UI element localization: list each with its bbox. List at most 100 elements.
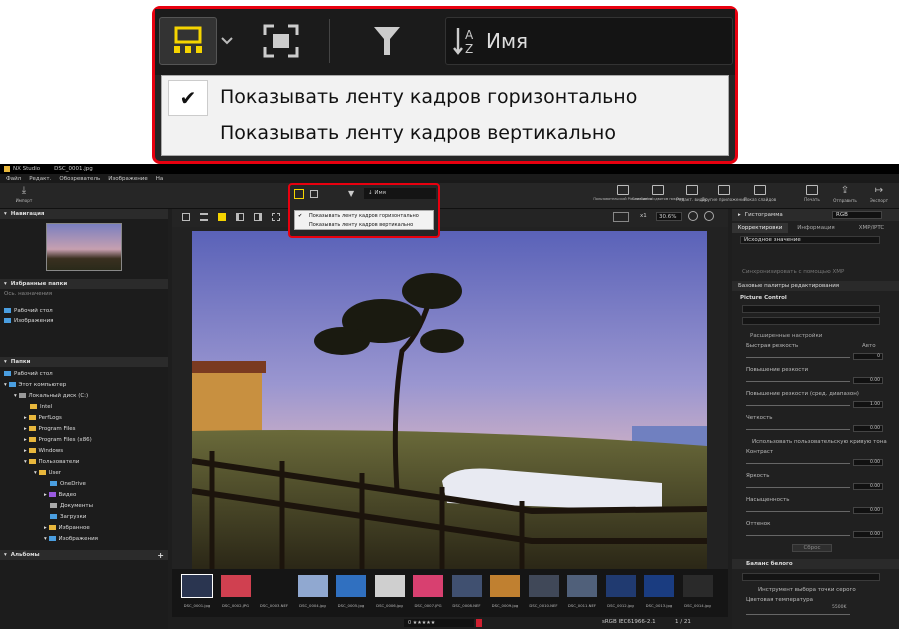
- menu-image[interactable]: Изображение: [108, 176, 148, 182]
- main-photo[interactable]: [192, 231, 707, 571]
- tree-onedrive[interactable]: OneDrive: [50, 481, 86, 487]
- fav-pictures[interactable]: Изображения: [4, 318, 53, 324]
- tab-xmp[interactable]: XMP/IPTC: [844, 223, 899, 233]
- albums-header[interactable]: ▾ Альбомы +: [0, 550, 168, 560]
- wb-tool[interactable]: Инструмент выбора точки серого: [758, 587, 856, 593]
- filmstrip-thumb[interactable]: [567, 575, 597, 597]
- tree-program-files[interactable]: ▸ Program Files: [24, 426, 76, 432]
- basic-palettes-header[interactable]: Базовые палитры редактирования: [732, 281, 899, 291]
- other-apps-button[interactable]: Другие приложения: [702, 185, 746, 202]
- color-temp-slider[interactable]: [746, 614, 850, 615]
- hue-slider[interactable]: [746, 535, 850, 536]
- filmstrip-thumb[interactable]: [259, 575, 289, 597]
- filmstrip-thumb[interactable]: [682, 575, 713, 597]
- tree-program-files-x86[interactable]: ▸ Program Files (x86): [24, 437, 92, 443]
- label-red[interactable]: [476, 619, 482, 627]
- filmstrip-thumb[interactable]: [644, 575, 674, 597]
- histogram-mode[interactable]: RGB: [832, 211, 882, 219]
- clarity-slider[interactable]: [746, 429, 850, 430]
- filmstrip-thumb[interactable]: [605, 575, 636, 597]
- tree-desktop[interactable]: Рабочий стол: [4, 371, 53, 377]
- white-balance-header[interactable]: Баланс белого: [732, 559, 899, 569]
- tree-windows[interactable]: ▸ Windows: [24, 448, 63, 454]
- fit-view-icon[interactable]: [613, 212, 629, 222]
- contrast-slider[interactable]: [746, 463, 850, 464]
- contrast-value[interactable]: 0.00: [853, 459, 883, 466]
- pixel-shift-button[interactable]: Слияние со сдвигом пикселя: [632, 185, 684, 201]
- tree-this-pc[interactable]: ▾ Этот компьютер: [4, 382, 66, 388]
- import-button[interactable]: ⤓ Импорт: [6, 185, 42, 203]
- small-menu-item-vertical[interactable]: Показывать ленту кадров вертикально: [309, 222, 413, 228]
- menu-item-vertical[interactable]: Показывать ленту кадров вертикально: [220, 122, 616, 144]
- filmstrip-thumb[interactable]: [220, 575, 251, 597]
- sort-select[interactable]: AZ Имя: [445, 17, 733, 65]
- navigator-thumbnail[interactable]: [46, 223, 122, 271]
- filmstrip-layout-small-icon[interactable]: [294, 189, 304, 199]
- single-view-icon[interactable]: [218, 213, 226, 221]
- quick-sharp-slider[interactable]: [746, 357, 850, 358]
- filmstrip-thumb[interactable]: [374, 575, 405, 597]
- wb-select[interactable]: [742, 573, 880, 581]
- filmstrip-thumb[interactable]: [297, 575, 328, 597]
- sort-small-select[interactable]: ↓ Имя: [364, 188, 436, 199]
- navigation-header[interactable]: ▾ Навигация: [0, 209, 168, 219]
- histogram-header[interactable]: ▸ Гистограмма RGB: [732, 209, 899, 221]
- brightness-slider[interactable]: [746, 487, 850, 488]
- folders-header[interactable]: ▾ Папки: [0, 357, 168, 367]
- filmstrip-thumb[interactable]: [528, 575, 559, 597]
- tab-info[interactable]: Информация: [788, 223, 844, 233]
- hue-value[interactable]: 0.00: [853, 531, 883, 538]
- zoom-percent-field[interactable]: 30.6%: [656, 212, 682, 221]
- filmstrip-thumb[interactable]: [336, 575, 366, 597]
- fullscreen-button[interactable]: [259, 17, 303, 65]
- tree-video[interactable]: ▸ Видео: [44, 492, 76, 498]
- sync-xmp-checkbox[interactable]: Синхронизировать с помощью XMP: [742, 269, 844, 275]
- slideshow-button[interactable]: Показ слайдов: [742, 185, 778, 202]
- picture-control-select[interactable]: [742, 305, 880, 313]
- mid-sharp-slider[interactable]: [746, 405, 850, 406]
- grid-view-icon[interactable]: [182, 213, 190, 221]
- tree-pictures[interactable]: ▾ Изображения: [44, 536, 98, 542]
- list-view-icon[interactable]: [200, 213, 208, 221]
- menu-file[interactable]: Файл: [6, 176, 21, 182]
- split-view-icon[interactable]: [236, 213, 244, 221]
- filmstrip-layout-button[interactable]: [159, 17, 217, 65]
- menu-more[interactable]: На: [156, 176, 164, 182]
- auto-checkbox[interactable]: Авто: [862, 343, 876, 349]
- brightness-value[interactable]: 0.00: [853, 483, 883, 490]
- add-album-icon[interactable]: +: [157, 551, 164, 560]
- clarity-value[interactable]: 0.00: [853, 425, 883, 432]
- tree-documents[interactable]: Документы: [50, 503, 93, 509]
- chevron-down-icon[interactable]: [219, 17, 235, 65]
- menu-item-horizontal[interactable]: Показывать ленту кадров горизонтально: [220, 86, 637, 108]
- zoom-out-icon[interactable]: [688, 211, 698, 221]
- tree-downloads[interactable]: Загрузки: [50, 514, 86, 520]
- picture-control-header[interactable]: Picture Control: [740, 295, 787, 301]
- advanced-settings[interactable]: Расширенные настройки: [750, 333, 822, 339]
- picture-control-mode[interactable]: [742, 317, 880, 325]
- zoom-in-icon[interactable]: [704, 211, 714, 221]
- filmstrip-thumb[interactable]: [181, 574, 213, 598]
- tree-user[interactable]: ▾ User: [34, 470, 61, 476]
- saturation-slider[interactable]: [746, 511, 850, 512]
- custom-curve-checkbox[interactable]: Использовать пользовательскую кривую тон…: [752, 439, 887, 445]
- menu-edit[interactable]: Редакт.: [29, 176, 51, 182]
- fullscreen-small-icon[interactable]: [310, 190, 318, 198]
- quad-view-icon[interactable]: [272, 213, 280, 221]
- tree-favorites[interactable]: ▸ Избранное: [44, 525, 90, 531]
- sharpening-value[interactable]: 0.00: [853, 377, 883, 384]
- filmstrip-thumb[interactable]: [451, 575, 482, 597]
- tree-intel[interactable]: Intel: [30, 404, 52, 410]
- quick-sharp-value[interactable]: 0: [853, 353, 883, 360]
- compare-view-icon[interactable]: [254, 213, 262, 221]
- fav-desktop[interactable]: Рабочий стол: [4, 308, 53, 314]
- filmstrip-thumb[interactable]: [490, 575, 520, 597]
- rating-bar[interactable]: 0 ★★★★★: [404, 619, 474, 627]
- favorites-header[interactable]: ▾ Избранные папки: [0, 279, 168, 289]
- export-button[interactable]: ↦ Экспорт: [862, 185, 896, 203]
- tree-users[interactable]: ▾ Пользователи: [24, 459, 79, 465]
- send-button[interactable]: ⇪ Отправить: [828, 185, 862, 203]
- filmstrip-thumb[interactable]: [413, 575, 443, 597]
- tree-perflogs[interactable]: ▸ PerfLogs: [24, 415, 62, 421]
- menu-browser[interactable]: Обозреватель: [59, 176, 100, 182]
